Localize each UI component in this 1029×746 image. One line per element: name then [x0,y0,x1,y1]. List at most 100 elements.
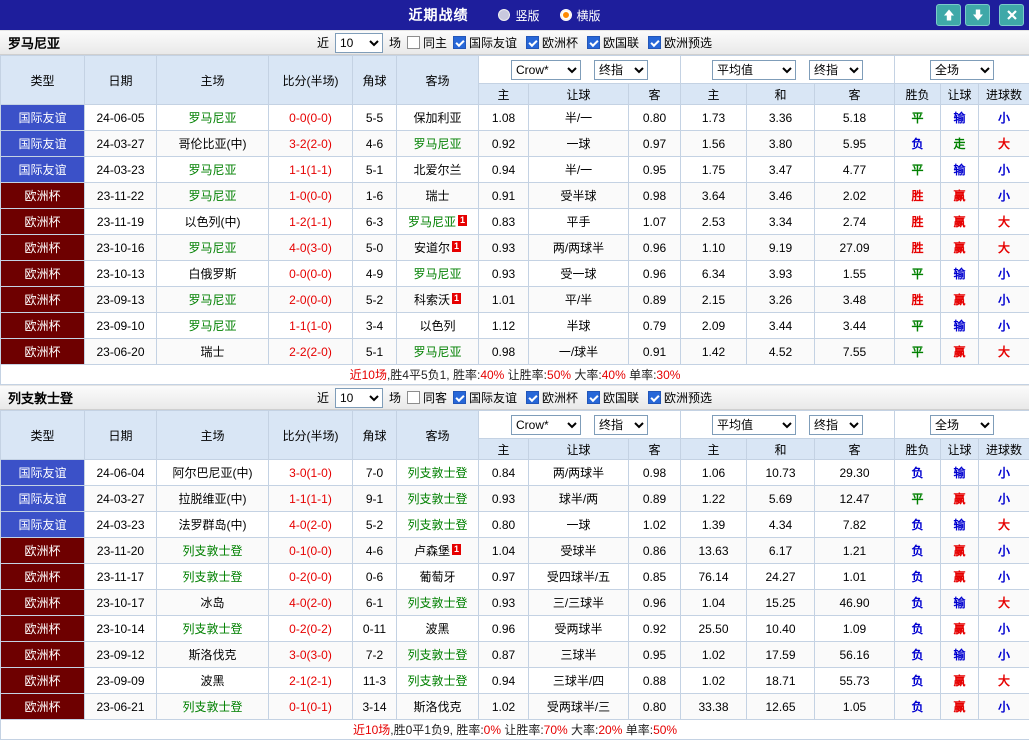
home-team: 罗马尼亚 [156,234,269,261]
match-score: 4-0(3-0) [268,234,353,261]
handicap-result: 赢 [940,286,980,313]
asian-away-odds: 0.85 [628,563,681,590]
match-date: 23-10-17 [84,589,157,616]
league-filter-checkbox[interactable]: 欧洲杯 [526,34,578,51]
checkbox-checked-icon[interactable] [526,36,539,49]
away-team: 安道尔 1 [396,234,479,261]
scroll-down-button[interactable] [965,4,990,26]
euro-average-select[interactable]: 平均值 [712,59,797,80]
checkbox-checked-icon[interactable] [526,391,539,404]
layout-radio-horizontal[interactable]: 横版 [559,7,601,24]
corner-score: 4-9 [352,260,397,287]
corner-score: 3-14 [352,693,397,720]
euro-close-select[interactable]: 终指 [809,414,864,435]
match-row: 国际友谊 24-03-27 拉脱维亚(中) 1-1(1-1) 9-1 列支敦士登 0.93 球… [0,485,1029,512]
match-count-select[interactable]: 10 [334,387,383,408]
corner-score: 0-6 [352,563,397,590]
euro-away-odds: 12.47 [813,485,896,512]
league-filter-checkbox[interactable]: 国际友谊 [452,389,517,406]
asian-handicap: 半球 [528,312,629,339]
away-team: 罗马尼亚 [396,130,479,157]
team-label: 卢森堡 [413,544,450,558]
euro-average-select[interactable]: 平均值 [712,414,797,435]
col-header-euro-away: 客 [813,438,896,460]
checkbox-checked-icon[interactable] [452,36,466,49]
league-filter-checkbox[interactable]: 欧洲预选 [648,389,712,406]
corner-score: 6-1 [352,589,397,616]
match-result: 负 [894,459,942,486]
asian-away-odds: 0.91 [628,338,681,365]
match-result: 胜 [894,182,942,209]
match-count-select[interactable]: 10 [334,32,383,53]
asian-home-odds: 1.02 [478,693,529,720]
titlebar: 近期战绩 竖版 横版 [0,0,1029,30]
match-score: 3-2(2-0) [268,130,353,157]
league-filter-checkbox[interactable]: 欧国联 [587,34,639,51]
away-team: 列支敦士登 [396,459,479,486]
league-filter-checkbox[interactable]: 欧洲杯 [526,389,578,406]
match-result: 负 [894,130,942,157]
summary-segment: 50% [653,723,678,737]
match-score: 0-1(0-1) [268,693,353,720]
euro-draw-odds: 5.69 [746,485,815,512]
handicap-result: 输 [940,459,980,486]
match-result: 胜 [894,208,942,235]
match-score: 1-1(1-1) [268,485,353,512]
home-team: 斯洛伐克 [156,641,269,668]
up-arrow-icon [943,9,954,21]
bookmaker-select[interactable]: Crow* [511,414,581,435]
match-result: 负 [894,511,942,538]
games-label: 场 [388,391,401,405]
league-filter-label: 欧国联 [603,36,640,50]
euro-draw-odds: 4.52 [746,338,815,365]
euro-close-select[interactable]: 终指 [809,59,864,80]
team-label: 列支敦士登 [182,544,243,558]
home-team: 罗马尼亚 [156,104,269,131]
asian-away-odds: 0.98 [628,182,681,209]
league-filter-checkbox[interactable]: 国际友谊 [452,34,517,51]
scope-select[interactable]: 全场 [930,59,995,80]
close-button[interactable] [999,4,1024,26]
euro-draw-odds: 3.80 [746,130,815,157]
col-header-asian-away: 客 [628,438,681,460]
checkbox-checked-icon[interactable] [648,36,662,49]
checkbox-unchecked-icon[interactable] [406,36,420,49]
home-team: 罗马尼亚 [156,156,269,183]
scope-select[interactable]: 全场 [930,414,995,435]
col-header-date: 日期 [84,410,157,460]
euro-draw-odds: 15.25 [746,589,815,616]
checkbox-checked-icon[interactable] [587,36,601,49]
titlebar-center: 近期战绩 竖版 横版 [408,5,620,25]
euro-home-odds: 3.64 [680,182,747,209]
same-venue-checkbox[interactable]: 同主 [406,34,447,51]
same-venue-checkbox[interactable]: 同客 [406,389,447,406]
handicap-result: 输 [940,511,980,538]
asian-away-odds: 0.80 [628,693,681,720]
team-label: 波黑 [425,622,450,636]
asian-close-select[interactable]: 终指 [594,59,648,80]
league-filter-checkbox[interactable]: 欧国联 [587,389,639,406]
checkbox-checked-icon[interactable] [587,391,601,404]
asian-home-odds: 0.80 [478,511,529,538]
bookmaker-select[interactable]: Crow* [511,59,581,80]
asian-close-select[interactable]: 终指 [594,414,648,435]
match-date: 23-09-12 [84,641,157,668]
radio-selected-icon[interactable] [559,9,572,21]
radio-unselected-icon[interactable] [498,9,511,21]
euro-draw-odds: 3.26 [746,286,815,313]
scroll-up-button[interactable] [936,4,961,26]
recent-results-window: 近期战绩 竖版 横版 罗马尼亚 近 10 场 同主 国际友谊 欧洲杯 欧国联 欧… [0,0,1029,746]
col-header-asian-handicap: 让球 [528,438,629,460]
match-date: 23-11-20 [84,537,157,564]
summary-segment: 40% [480,368,505,382]
checkbox-checked-icon[interactable] [452,391,466,404]
summary-segment: 0% [483,723,501,737]
asian-home-odds: 0.91 [478,182,529,209]
match-row: 欧洲杯 23-10-17 冰岛 4-0(2-0) 6-1 列支敦士登 0.93 三/三球半 0.… [0,589,1029,616]
layout-radio-vertical[interactable]: 竖版 [498,7,540,24]
checkbox-checked-icon[interactable] [648,391,662,404]
euro-home-odds: 13.63 [680,537,747,564]
league-filter-checkbox[interactable]: 欧洲预选 [648,34,712,51]
checkbox-unchecked-icon[interactable] [406,391,420,404]
away-team: 保加利亚 [396,104,479,131]
